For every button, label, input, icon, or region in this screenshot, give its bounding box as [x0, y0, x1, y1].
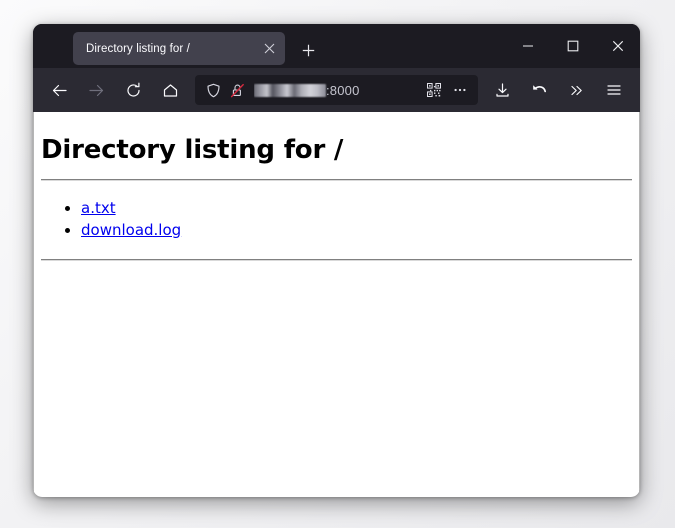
url-bar[interactable]: :8000 [195, 75, 478, 105]
insecure-connection-lock-icon[interactable] [225, 78, 249, 102]
directory-entry-link[interactable]: a.txt [81, 199, 116, 217]
divider-top [41, 179, 632, 181]
close-icon[interactable] [258, 38, 280, 60]
maximize-button[interactable] [550, 24, 595, 68]
sync-back-icon[interactable] [524, 75, 555, 106]
close-window-button[interactable] [595, 24, 640, 68]
overflow-chevrons-icon[interactable] [561, 75, 592, 106]
list-item: a.txt [81, 198, 632, 220]
list-item: download.log [81, 220, 632, 242]
directory-listing: a.txt download.log [41, 198, 632, 242]
minimize-button[interactable] [505, 24, 550, 68]
url-text[interactable]: :8000 [254, 83, 420, 98]
app-menu-icon[interactable] [598, 75, 629, 106]
forward-icon[interactable] [81, 75, 112, 106]
page-content: Directory listing for / a.txt download.l… [33, 112, 640, 497]
tracking-protection-shield-icon[interactable] [201, 78, 225, 102]
qr-code-icon[interactable] [422, 78, 446, 102]
browser-tab[interactable]: Directory listing for / [73, 32, 285, 65]
page-actions-icon[interactable] [448, 78, 472, 102]
window-controls [505, 24, 640, 68]
browser-window: Directory listing for /:8000 Directory … [33, 24, 640, 497]
home-icon[interactable] [155, 75, 186, 106]
new-tab-button[interactable] [293, 35, 323, 65]
tab-strip: Directory listing for / [33, 24, 640, 68]
navigation-toolbar: :8000 [33, 68, 640, 112]
directory-entry-link[interactable]: download.log [81, 221, 181, 239]
reload-icon[interactable] [118, 75, 149, 106]
divider-bottom [41, 258, 632, 261]
redacted-host [254, 83, 326, 97]
downloads-icon[interactable] [487, 75, 518, 106]
tab-title: Directory listing for / [86, 42, 190, 55]
back-icon[interactable] [44, 75, 75, 106]
url-port: :8000 [326, 82, 360, 98]
page-title: Directory listing for / [41, 135, 344, 165]
